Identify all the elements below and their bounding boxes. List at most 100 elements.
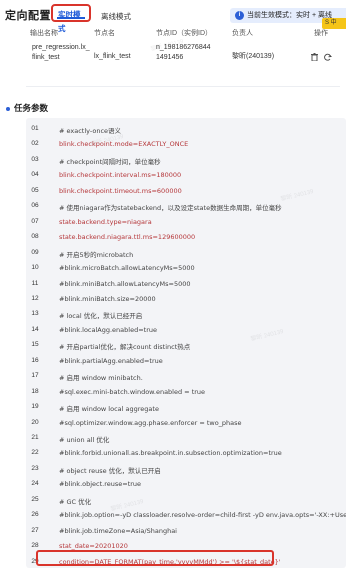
code-line: 20 #sql.optimizer.window.agg.phase.enforc… <box>26 415 346 430</box>
code-line-text[interactable]: stat_date=20201020 <box>59 542 128 550</box>
column-header-actions: 操作 <box>314 30 328 37</box>
code-line-text[interactable]: #blink.job.timeZone=Asia/Shanghai <box>59 527 177 535</box>
line-number: 02 <box>31 140 39 148</box>
notice-text: 当前生效模式：实时 + 离线 <box>247 12 332 19</box>
code-line-text[interactable]: # local 优化，默认已经开启 <box>59 310 142 320</box>
code-line: 13 # local 优化，默认已经开启 <box>26 306 346 321</box>
line-number: 24 <box>31 480 39 488</box>
tab-offline-label: 离线模式 <box>101 12 131 21</box>
page-title: 定向配置 <box>5 10 51 22</box>
column-header-node-name: 节点名 <box>94 30 115 37</box>
code-line: 26 #blink.job.option=-yD classloader.reso… <box>26 507 346 522</box>
line-number: 13 <box>31 310 39 318</box>
code-line-text[interactable]: # 启用 window minibatch. <box>59 372 143 382</box>
node-name-cell: lx_flink_test <box>94 53 131 60</box>
highlight-annotation <box>36 550 274 566</box>
code-line: 21 # union all 优化 <box>26 430 346 445</box>
delete-icon[interactable] <box>311 53 318 63</box>
code-line: 12 #blink.miniBatch.size=20000 <box>26 291 346 306</box>
column-header-output-name: 输出名称 <box>30 30 58 37</box>
tab-realtime[interactable]: 实时模式 <box>51 4 91 33</box>
line-number: 19 <box>31 403 39 411</box>
code-line-text[interactable]: #blink.forbid.unionall.as.breakpoint.in.… <box>59 449 282 457</box>
code-line-text[interactable]: #blink.miniBatch.size=20000 <box>59 295 156 303</box>
code-line: 17 # 启用 window minibatch. <box>26 368 346 383</box>
column-header-owner: 负责人 <box>232 30 253 37</box>
code-line: 18 #sql.exec.mini-batch.window.enabled = … <box>26 384 346 399</box>
code-line-text[interactable]: #sql.optimizer.window.agg.phase.enforcer… <box>59 419 242 427</box>
line-number: 11 <box>31 279 39 287</box>
code-line: 07 state.backend.type=niagara <box>26 214 346 229</box>
code-line: 02 blink.checkpoint.mode=EXACTLY_ONCE <box>26 136 346 151</box>
line-number: 20 <box>31 418 39 426</box>
line-number: 04 <box>31 171 39 179</box>
line-number: 25 <box>31 495 39 503</box>
code-line: 23 # object reuse 优化，默认已开启 <box>26 461 346 476</box>
task-params-title: 任务参数 <box>6 102 48 114</box>
code-line: 24 #blink.object.reuse=true <box>26 476 346 491</box>
code-line: 09 # 开启5秒的microbatch <box>26 245 346 260</box>
code-line: 19 # 启用 window local aggregate <box>26 399 346 414</box>
line-number: 05 <box>31 186 39 194</box>
code-line-text[interactable]: # 启用 window local aggregate <box>59 403 159 413</box>
line-number: 22 <box>31 449 39 457</box>
line-number: 16 <box>31 356 39 364</box>
code-line-text[interactable]: # object reuse 优化，默认已开启 <box>59 465 161 475</box>
line-number: 26 <box>31 511 39 519</box>
code-line: 14 #blink.localAgg.enabled=true <box>26 322 346 337</box>
code-line-text[interactable]: blink.checkpoint.interval.ms=180000 <box>59 171 181 179</box>
line-number: 01 <box>31 125 39 132</box>
code-line: 25 # GC 优化 <box>26 492 346 507</box>
code-line: 06 # 使用niagara作为statebackend，以及设定state数据生… <box>26 198 346 213</box>
code-line: 03 # checkpoint间隔时间，单位毫秒 <box>26 152 346 167</box>
code-line-text[interactable]: #blink.microBatch.allowLatencyMs=5000 <box>59 264 195 272</box>
code-line-text[interactable]: #sql.exec.mini-batch.window.enabled = tr… <box>59 388 205 396</box>
column-header-node-id: 节点ID（实例ID） <box>156 30 212 37</box>
line-number: 27 <box>31 526 39 534</box>
code-line: 04 blink.checkpoint.interval.ms=180000 <box>26 167 346 182</box>
refresh-icon[interactable] <box>324 53 332 63</box>
code-line: 01 # exactly-once语义 <box>26 121 346 136</box>
owner-cell: 黎昕(240139) <box>232 53 275 60</box>
line-number: 07 <box>31 217 39 225</box>
line-number: 06 <box>31 202 39 210</box>
line-number: 09 <box>31 248 39 256</box>
active-tab-indicator <box>57 17 85 19</box>
info-icon: i <box>235 11 244 20</box>
line-number: 18 <box>31 387 39 395</box>
output-name-cell: pre_regression.lx_flink_test <box>32 44 90 61</box>
code-line: 15 # 开启partial优化，解决count distinct热点 <box>26 337 346 352</box>
code-line: 11 #blink.miniBatch.allowLatencyMs=5000 <box>26 276 346 291</box>
code-line-text[interactable]: # 使用niagara作为statebackend，以及设定state数据生命周… <box>59 202 282 212</box>
table-divider <box>26 86 340 87</box>
line-number: 21 <box>31 434 39 441</box>
tab-offline[interactable]: 离线模式 <box>96 9 136 24</box>
code-line-text[interactable]: # 开启5秒的microbatch <box>59 249 133 259</box>
code-line: 16 #blink.partialAgg.enabled=true <box>26 353 346 368</box>
code-line-text[interactable]: # 开启partial优化，解决count distinct热点 <box>59 341 190 351</box>
code-line-text[interactable]: #blink.localAgg.enabled=true <box>59 326 157 334</box>
code-line-text[interactable]: state.backend.type=niagara <box>59 218 152 226</box>
line-number: 14 <box>31 325 39 333</box>
code-line-text[interactable]: #blink.partialAgg.enabled=true <box>59 357 163 365</box>
code-line-text[interactable]: #blink.object.reuse=true <box>59 480 141 488</box>
line-number: 03 <box>31 155 39 163</box>
section-bullet-icon <box>6 106 10 111</box>
code-line: 08 state.backend.niagara.ttl.ms=129600000 <box>26 229 346 244</box>
tab-realtime-label: 实时模式 <box>58 10 81 33</box>
code-line-text[interactable]: #blink.job.option=-yD classloader.resolv… <box>59 511 346 519</box>
line-number: 15 <box>31 341 39 349</box>
code-line-text[interactable]: state.backend.niagara.ttl.ms=129600000 <box>59 233 195 241</box>
code-line: 10 #blink.microBatch.allowLatencyMs=5000 <box>26 260 346 275</box>
code-line-text[interactable]: # GC 优化 <box>59 496 91 506</box>
code-line-text[interactable]: # union all 优化 <box>59 434 109 444</box>
code-line-text[interactable]: # checkpoint间隔时间，单位毫秒 <box>59 156 161 166</box>
task-params-editor[interactable]: 01 # exactly-once语义 02 blink.checkpoint.mod… <box>26 118 346 568</box>
code-line-text[interactable]: #blink.miniBatch.allowLatencyMs=5000 <box>59 280 191 288</box>
code-line-text[interactable]: blink.checkpoint.timeout.ms=600000 <box>59 187 182 195</box>
line-number: 23 <box>31 464 39 472</box>
line-number: 17 <box>31 372 39 380</box>
line-number: 10 <box>31 264 39 272</box>
code-line-text[interactable]: blink.checkpoint.mode=EXACTLY_ONCE <box>59 140 188 148</box>
task-params-title-text: 任务参数 <box>14 103 49 113</box>
